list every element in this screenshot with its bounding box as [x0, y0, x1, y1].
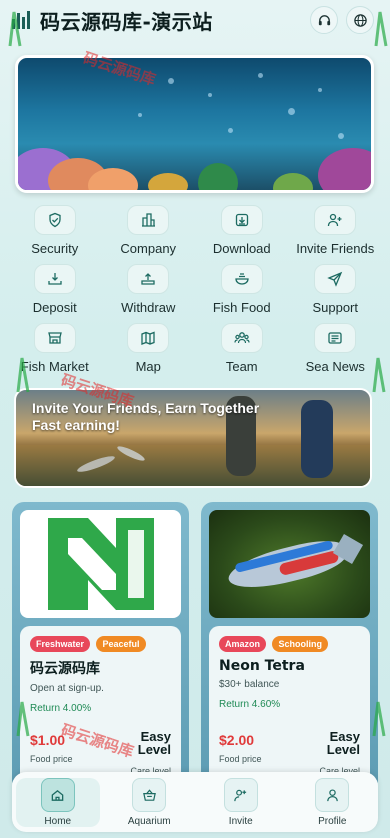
- tag-row: Amazon Schooling: [219, 634, 360, 652]
- fish-card[interactable]: Amazon Schooling Neon Tetra $30+ balance…: [201, 502, 378, 804]
- menu-support[interactable]: Support: [289, 264, 383, 315]
- nav-label: Profile: [318, 816, 347, 827]
- care-level: Easy Level: [137, 729, 171, 757]
- bowl-icon: [220, 264, 263, 294]
- home-icon: [40, 778, 75, 812]
- menu-security[interactable]: Security: [8, 205, 102, 256]
- tag-badge: Freshwater: [30, 636, 91, 652]
- menu-label: Deposit: [32, 300, 77, 315]
- fish-card-body: Amazon Schooling Neon Tetra $30+ balance…: [209, 626, 370, 804]
- menu-label: Sea News: [305, 359, 365, 374]
- newspaper-icon: [314, 323, 357, 353]
- nav-label: Invite: [228, 816, 253, 827]
- nav-label: Home: [44, 816, 72, 827]
- fish-return: Return 4.00%: [30, 703, 92, 714]
- nav-aquarium[interactable]: Aquarium: [104, 772, 196, 833]
- fish-card-body: Freshwater Peaceful 码云源码库 Open at sign-u…: [20, 626, 181, 804]
- menu-fish-food[interactable]: Fish Food: [195, 264, 289, 315]
- fish-return: Return 4.60%: [219, 699, 281, 710]
- menu-sea-news[interactable]: Sea News: [289, 323, 383, 374]
- banner-line2: Fast earning!: [32, 417, 120, 433]
- fish-name: Neon Tetra: [219, 658, 305, 674]
- tag-badge: Peaceful: [96, 636, 146, 652]
- brand-logo-image: [20, 510, 181, 618]
- building-icon: [127, 205, 170, 235]
- feature-grid: Security Company Download Invite Friends…: [8, 205, 382, 374]
- tag-badge: Schooling: [272, 636, 328, 652]
- nav-invite[interactable]: Invite: [195, 772, 287, 833]
- paper-plane-icon: [314, 264, 357, 294]
- care-level: Easy Level: [326, 729, 360, 757]
- tag-row: Freshwater Peaceful: [30, 634, 171, 652]
- bottom-nav: Home Aquarium Invite Profile: [12, 772, 378, 832]
- menu-label: Team: [225, 359, 258, 374]
- site-title: 码云源码库-演示站: [40, 9, 213, 34]
- menu-map[interactable]: Map: [102, 323, 196, 374]
- globe-icon: [353, 13, 367, 27]
- shield-check-icon: [33, 205, 76, 235]
- menu-label: Withdraw: [121, 300, 176, 315]
- menu-invite-friends[interactable]: Invite Friends: [289, 205, 383, 256]
- hero-banner-image[interactable]: [15, 55, 374, 193]
- menu-label: Fish Market: [20, 359, 89, 374]
- menu-fish-market[interactable]: Fish Market: [8, 323, 102, 374]
- user-add-icon: [223, 778, 258, 812]
- headset-icon: [318, 14, 330, 25]
- team-icon: [220, 323, 263, 353]
- food-price: $1.00: [30, 732, 66, 748]
- user-plus-icon: [314, 205, 357, 235]
- food-price-label: Food price: [219, 754, 262, 764]
- map-icon: [127, 323, 170, 353]
- menu-company[interactable]: Company: [102, 205, 196, 256]
- menu-label: Map: [135, 359, 161, 374]
- food-price: $2.00: [219, 732, 255, 748]
- fish-card-list: Freshwater Peaceful 码云源码库 Open at sign-u…: [12, 502, 378, 804]
- support-button[interactable]: [310, 6, 338, 34]
- tray-in-icon: [33, 264, 76, 294]
- menu-label: Support: [312, 300, 359, 315]
- nav-profile[interactable]: Profile: [287, 772, 379, 833]
- menu-download[interactable]: Download: [195, 205, 289, 256]
- tag-badge: Amazon: [219, 636, 267, 652]
- basket-icon: [132, 778, 167, 812]
- food-price-label: Food price: [30, 754, 73, 764]
- fish-card[interactable]: Freshwater Peaceful 码云源码库 Open at sign-u…: [12, 502, 189, 804]
- menu-label: Download: [212, 241, 271, 256]
- fish-requirement: $30+ balance: [219, 679, 280, 690]
- banner-line1: Invite Your Friends, Earn Together: [32, 400, 260, 416]
- menu-label: Fish Food: [212, 300, 271, 315]
- store-icon: [33, 323, 76, 353]
- menu-team[interactable]: Team: [195, 323, 289, 374]
- menu-deposit[interactable]: Deposit: [8, 264, 102, 315]
- download-box-icon: [220, 205, 263, 235]
- fish-name: 码云源码库: [30, 661, 100, 677]
- nav-home[interactable]: Home: [16, 778, 100, 827]
- menu-withdraw[interactable]: Withdraw: [102, 264, 196, 315]
- fish-requirement: Open at sign-up.: [30, 683, 104, 694]
- language-button[interactable]: [346, 6, 374, 34]
- menu-label: Invite Friends: [296, 241, 375, 256]
- person-icon: [315, 778, 350, 812]
- invite-promo-banner[interactable]: Invite Your Friends, Earn Together Fast …: [14, 388, 372, 488]
- nav-label: Aquarium: [127, 816, 171, 827]
- menu-label: Security: [31, 241, 79, 256]
- fish-photo-image: [209, 510, 370, 618]
- banner-headline: Invite Your Friends, Earn Together Fast …: [32, 400, 259, 434]
- logo-icon: [10, 9, 32, 31]
- menu-label: Company: [120, 241, 177, 256]
- tray-out-icon: [127, 264, 170, 294]
